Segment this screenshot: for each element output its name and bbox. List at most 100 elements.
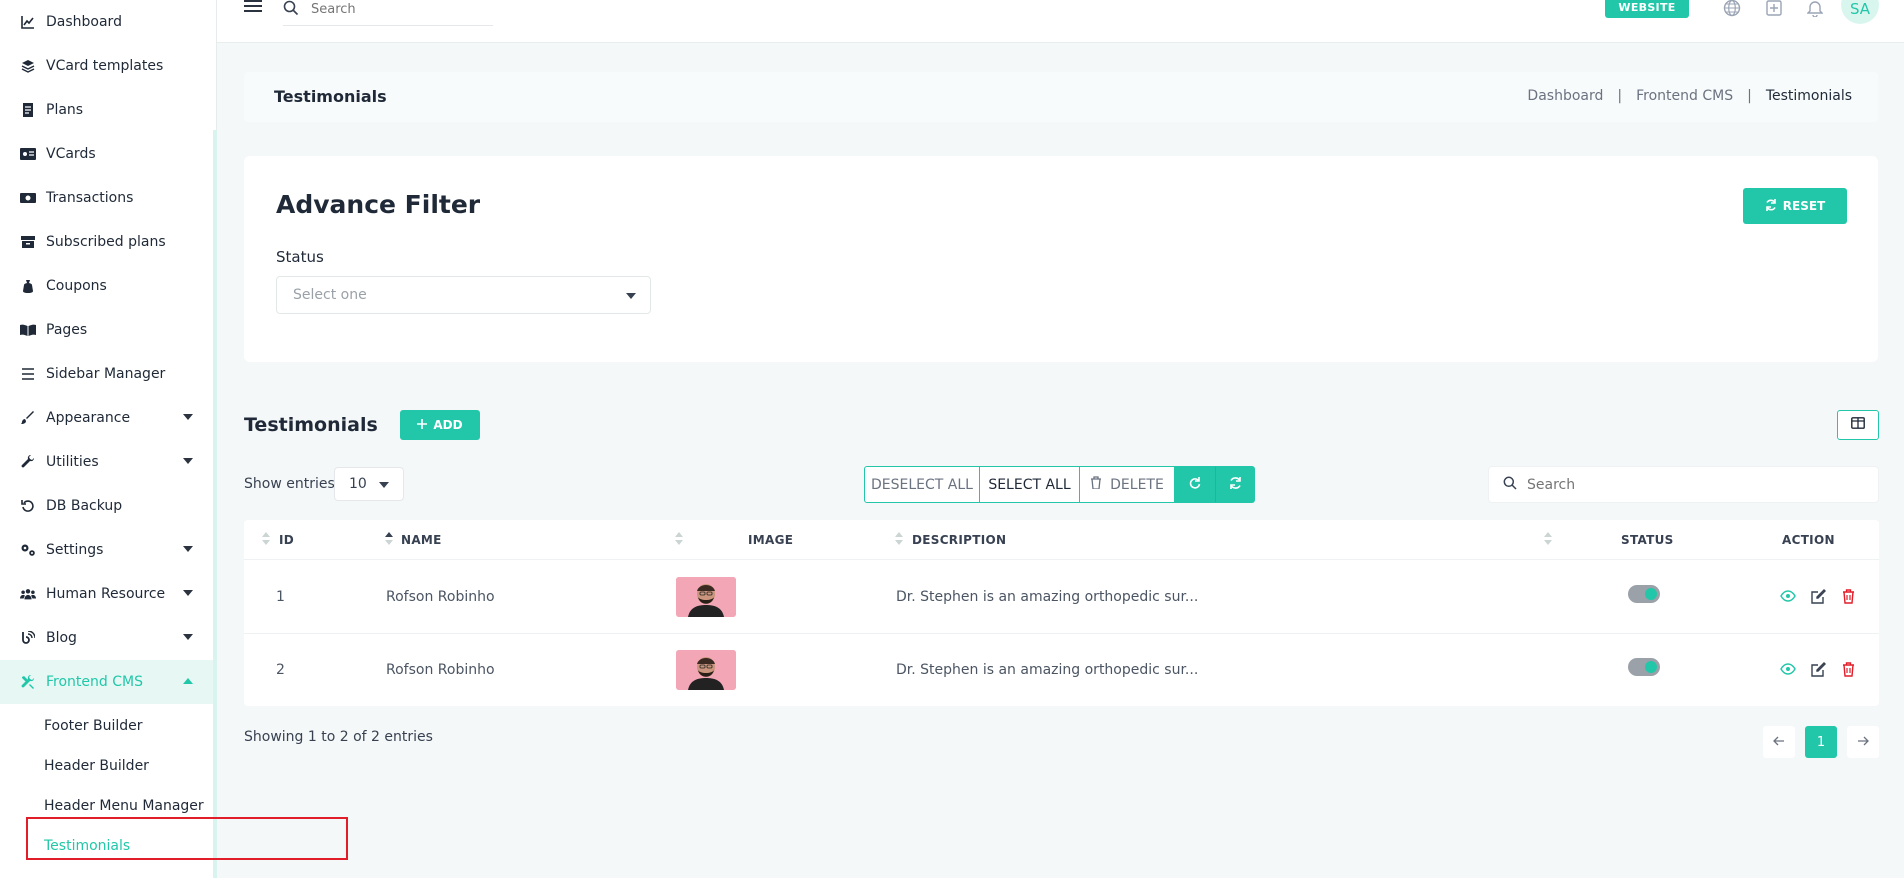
column-header-status: STATUS — [1621, 533, 1674, 547]
breadcrumb-frontend-cms[interactable]: Frontend CMS — [1636, 88, 1733, 104]
brush-icon — [20, 410, 36, 426]
table-header: ID NAME IMAGE DESCRIPTION STATUS ACTION — [244, 520, 1879, 560]
layers-icon — [20, 58, 36, 74]
pagination-page-1[interactable]: 1 — [1805, 726, 1837, 758]
testimonial-image — [676, 650, 736, 690]
sidebar-item-vcards[interactable]: VCards — [0, 132, 213, 176]
view-icon[interactable] — [1779, 660, 1797, 678]
pagination-next-button[interactable] — [1847, 726, 1879, 758]
trash-icon — [1090, 476, 1102, 493]
top-search-input[interactable] — [311, 2, 461, 17]
cell-name: Rofson Robinho — [386, 589, 495, 605]
status-select[interactable]: Select one — [276, 276, 651, 314]
sidebar-item-blog[interactable]: Blog — [0, 616, 213, 660]
sort-icon[interactable] — [262, 532, 270, 546]
column-header-description[interactable]: DESCRIPTION — [912, 533, 1006, 547]
sidebar-subitem-footer-builder[interactable]: Footer Builder — [44, 718, 143, 734]
tools-icon — [20, 674, 36, 690]
sidebar-item-dashboard[interactable]: Dashboard — [0, 0, 213, 44]
column-toggle-button[interactable] — [1837, 410, 1879, 440]
sidebar-scrollbar[interactable] — [213, 130, 217, 878]
column-header-action: ACTION — [1782, 533, 1835, 547]
columns-icon — [1851, 417, 1865, 433]
sort-asc-icon[interactable] — [385, 532, 393, 546]
sidebar-item-sidebar-manager[interactable]: Sidebar Manager — [0, 352, 213, 396]
sidebar-item-utilities[interactable]: Utilities — [0, 440, 213, 484]
chevron-down-icon — [626, 293, 636, 299]
chevron-down-icon — [183, 634, 193, 640]
sort-icon[interactable] — [675, 532, 683, 546]
cogs-icon — [20, 542, 36, 558]
reset-label: RESET — [1782, 199, 1826, 213]
view-icon[interactable] — [1779, 587, 1797, 605]
refresh-icon — [1765, 198, 1777, 214]
add-square-icon[interactable] — [1764, 0, 1784, 18]
table-search — [1488, 466, 1879, 503]
add-button[interactable]: ADD — [400, 410, 480, 440]
globe-icon[interactable] — [1722, 0, 1742, 18]
sync-icon — [1229, 476, 1242, 493]
column-header-image: IMAGE — [748, 533, 794, 547]
reload-button[interactable] — [1175, 466, 1215, 503]
topbar: WEBSITE SA — [217, 0, 1904, 43]
arrow-left-icon — [1773, 735, 1785, 750]
money-icon — [20, 190, 36, 206]
top-search — [283, 0, 493, 26]
breadcrumb-dashboard[interactable]: Dashboard — [1527, 88, 1603, 104]
archive-icon — [20, 234, 36, 250]
sidebar-item-human-resource[interactable]: Human Resource — [0, 572, 213, 616]
sidebar-item-coupons[interactable]: Coupons — [0, 264, 213, 308]
status-label: Status — [276, 248, 324, 266]
sidebar-item-frontend-cms[interactable]: Frontend CMS — [0, 660, 213, 704]
sort-icon[interactable] — [1544, 532, 1552, 546]
sidebar-subitem-header-menu-manager[interactable]: Header Menu Manager — [44, 798, 204, 814]
chevron-down-icon — [183, 590, 193, 596]
sidebar-item-appearance[interactable]: Appearance — [0, 396, 213, 440]
chart-line-icon — [20, 14, 36, 30]
search-icon — [1503, 476, 1517, 494]
sidebar-item-db-backup[interactable]: DB Backup — [0, 484, 213, 528]
select-all-button[interactable]: SELECT ALL — [980, 466, 1080, 503]
table-search-input[interactable] — [1527, 476, 1827, 493]
sidebar: Dashboard VCard templates Plans VCards T… — [0, 0, 217, 878]
pagination-info: Showing 1 to 2 of 2 entries — [244, 729, 433, 745]
arrow-right-icon — [1857, 735, 1869, 750]
delete-button[interactable]: DELETE — [1080, 466, 1175, 503]
status-toggle[interactable] — [1628, 585, 1660, 603]
sidebar-item-transactions[interactable]: Transactions — [0, 176, 213, 220]
testimonial-image — [676, 577, 736, 617]
delete-icon[interactable] — [1839, 660, 1857, 678]
id-card-icon — [20, 146, 36, 162]
cell-description: Dr. Stephen is an amazing orthopedic sur… — [896, 589, 1199, 605]
status-toggle[interactable] — [1628, 658, 1660, 676]
pagination-prev-button[interactable] — [1763, 726, 1795, 758]
column-header-name[interactable]: NAME — [401, 533, 442, 547]
bulk-action-group: DESELECT ALL SELECT ALL DELETE — [864, 466, 1255, 503]
edit-icon[interactable] — [1809, 587, 1827, 605]
sort-icon[interactable] — [895, 532, 903, 546]
deselect-all-button[interactable]: DESELECT ALL — [864, 466, 980, 503]
edit-icon[interactable] — [1809, 660, 1827, 678]
sidebar-item-plans[interactable]: Plans — [0, 88, 213, 132]
reload-icon — [1189, 476, 1201, 493]
entries-select[interactable]: 10 — [334, 467, 404, 501]
sidebar-item-label: Human Resource — [46, 586, 166, 602]
sidebar-item-pages[interactable]: Pages — [0, 308, 213, 352]
show-entries-label: Show entries — [244, 476, 335, 492]
delete-label: DELETE — [1110, 476, 1164, 493]
hamburger-menu-icon[interactable] — [244, 0, 262, 12]
column-header-id[interactable]: ID — [279, 533, 294, 547]
chevron-down-icon — [183, 414, 193, 420]
breadcrumb-separator: | — [1617, 88, 1623, 104]
avatar[interactable]: SA — [1841, 0, 1879, 24]
sidebar-item-vcard-templates[interactable]: VCard templates — [0, 44, 213, 88]
delete-icon[interactable] — [1839, 587, 1857, 605]
cell-description: Dr. Stephen is an amazing orthopedic sur… — [896, 662, 1199, 678]
website-button[interactable]: WEBSITE — [1605, 0, 1689, 18]
bell-icon[interactable] — [1805, 0, 1825, 18]
sidebar-item-subscribed-plans[interactable]: Subscribed plans — [0, 220, 213, 264]
sync-button[interactable] — [1215, 466, 1255, 503]
sidebar-item-settings[interactable]: Settings — [0, 528, 213, 572]
sidebar-subitem-header-builder[interactable]: Header Builder — [44, 758, 149, 774]
reset-button[interactable]: RESET — [1743, 188, 1847, 224]
